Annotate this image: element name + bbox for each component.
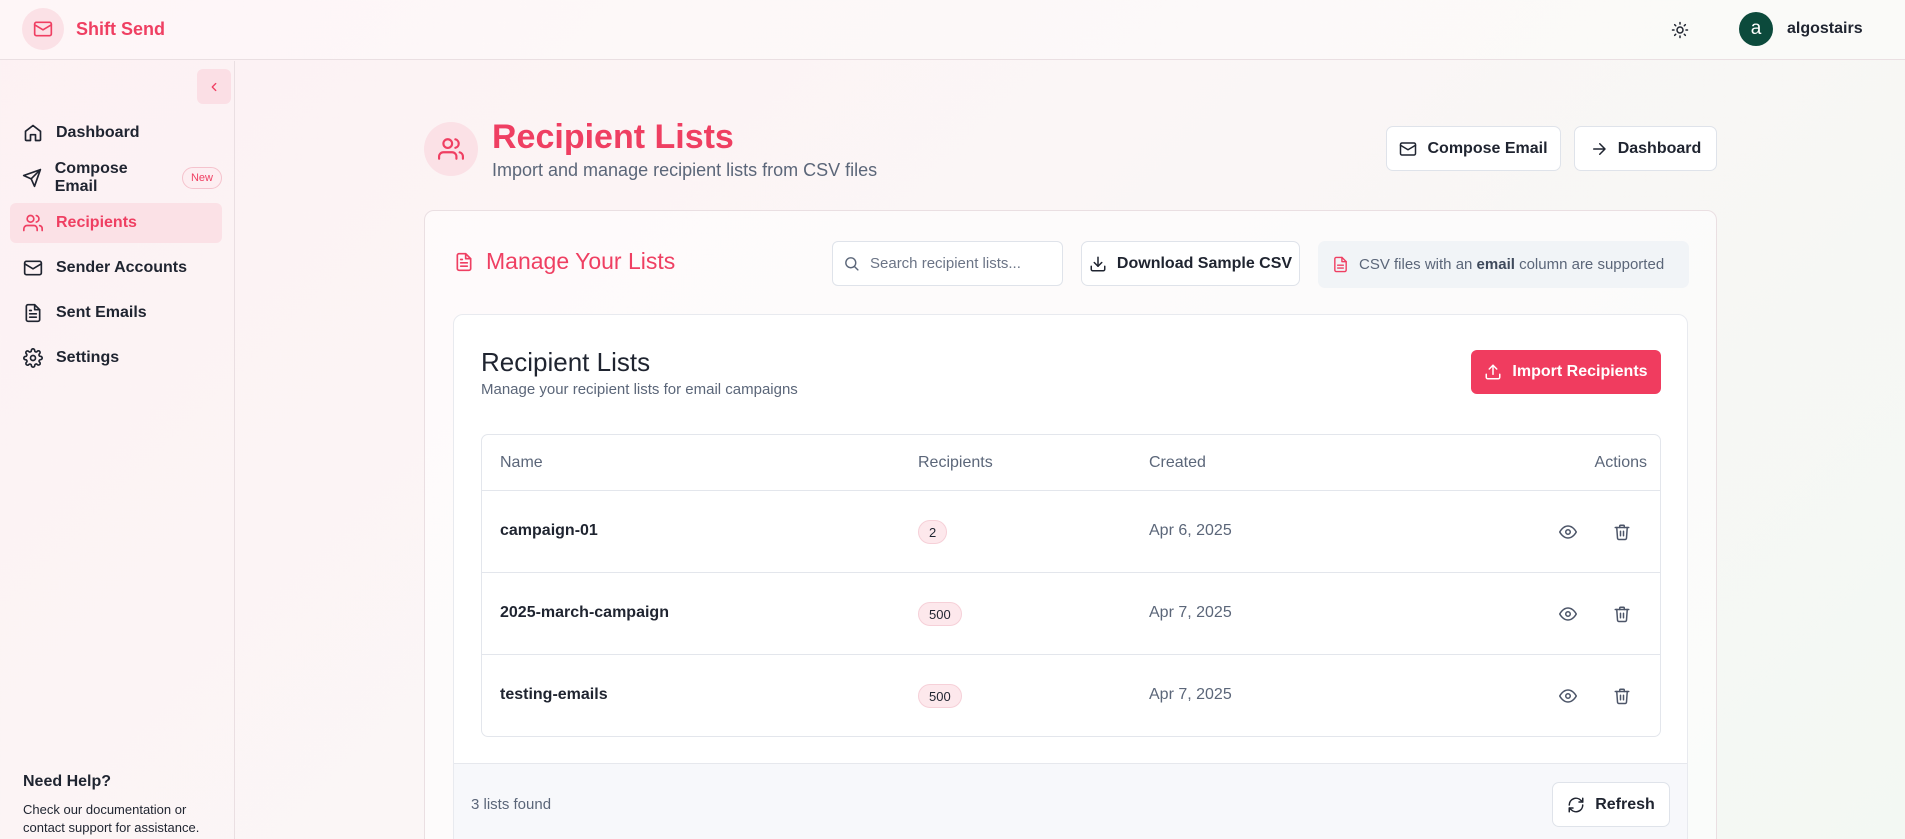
card-footer: [454, 763, 1687, 839]
lists-found-count: 3 lists found: [471, 796, 552, 813]
brand-name: Shift Send: [76, 18, 165, 39]
sidebar-item-label: Recipients: [56, 214, 137, 231]
recipient-count-badge: 500: [918, 684, 962, 708]
sidebar-item-label: Dashboard: [56, 124, 140, 141]
sidebar-item-label: Sender Accounts: [56, 259, 187, 276]
upload-icon: [1485, 364, 1501, 380]
recipient-count-badge: 500: [918, 602, 962, 626]
dashboard-label: Dashboard: [1617, 139, 1702, 157]
recipient-lists-title: Recipient Lists: [481, 347, 651, 377]
compose-email-label: Compose Email: [1427, 139, 1548, 157]
created-date: Apr 6, 2025: [1149, 522, 1232, 539]
eye-icon[interactable]: [1557, 521, 1579, 543]
send-icon: [22, 167, 43, 189]
page-title: Recipient Lists: [492, 118, 734, 156]
sidebar-item-dashboard[interactable]: Dashboard: [10, 113, 222, 153]
trash-icon[interactable]: [1611, 685, 1633, 707]
trash-icon[interactable]: [1611, 603, 1633, 625]
csv-hint: CSV files with an email column are suppo…: [1318, 241, 1689, 288]
search-icon: [845, 257, 859, 271]
trash-icon[interactable]: [1611, 521, 1633, 543]
column-actions: Actions: [1594, 454, 1647, 471]
recipient-count-badge: 2: [918, 520, 948, 544]
help-title: Need Help?: [23, 773, 112, 790]
compose-email-button[interactable]: Compose Email: [1386, 126, 1561, 171]
column-recipients: Recipients: [918, 454, 993, 471]
refresh-icon: [1568, 797, 1584, 812]
recipient-lists-subtitle: Manage your recipient lists for email ca…: [481, 381, 798, 398]
refresh-label: Refresh: [1595, 795, 1655, 813]
collapse-sidebar-button[interactable]: [197, 69, 231, 104]
eye-icon[interactable]: [1557, 685, 1579, 707]
import-recipients-button[interactable]: Import Recipients: [1471, 350, 1661, 394]
username: algostairs: [1787, 20, 1863, 37]
list-name: campaign-01: [500, 522, 598, 539]
sun-icon[interactable]: [1668, 18, 1692, 42]
column-created: Created: [1149, 454, 1206, 471]
table-row: campaign-01 2 Apr 6, 2025: [482, 491, 1660, 573]
mail-icon: [22, 8, 64, 50]
file-text-icon: [22, 302, 44, 324]
top-bar: Shift Send a algostairs: [0, 0, 1905, 60]
sidebar-item-recipients[interactable]: Recipients: [10, 203, 222, 243]
sidebar-item-settings[interactable]: Settings: [10, 338, 222, 378]
download-sample-csv-button[interactable]: Download Sample CSV: [1081, 241, 1300, 286]
import-recipients-label: Import Recipients: [1512, 363, 1648, 380]
search-input-wrapper[interactable]: [832, 241, 1063, 286]
sidebar-item-sender-accounts[interactable]: Sender Accounts: [10, 248, 222, 288]
sidebar: Dashboard Compose Email New Recipients S…: [0, 61, 235, 839]
dashboard-button[interactable]: Dashboard: [1574, 126, 1717, 171]
list-name: testing-emails: [500, 686, 608, 703]
sidebar-nav: Dashboard Compose Email New Recipients S…: [10, 113, 222, 383]
created-date: Apr 7, 2025: [1149, 686, 1232, 703]
sidebar-item-label: Compose Email: [54, 160, 128, 195]
sidebar-item-label: Sent Emails: [56, 304, 147, 321]
recipient-lists-table: Name Recipients Created Actions campaign…: [481, 434, 1661, 737]
file-text-icon: [1334, 256, 1347, 273]
list-name: 2025-march-campaign: [500, 604, 669, 621]
users-icon: [22, 212, 44, 234]
home-icon: [22, 122, 44, 144]
eye-icon[interactable]: [1557, 603, 1579, 625]
search-input[interactable]: [870, 255, 1050, 272]
mail-icon: [22, 257, 44, 279]
users-icon: [424, 122, 478, 176]
arrow-right-icon: [1592, 142, 1606, 155]
table-header: Name Recipients Created Actions: [482, 435, 1660, 491]
new-badge: New: [181, 167, 222, 189]
mail-icon: [1400, 141, 1417, 156]
table-row: 2025-march-campaign 500 Apr 7, 2025: [482, 573, 1660, 655]
manage-lists-title: Manage Your Lists: [454, 248, 675, 275]
refresh-button[interactable]: Refresh: [1552, 782, 1670, 827]
column-name: Name: [500, 454, 543, 471]
sidebar-item-compose-email[interactable]: Compose Email New: [10, 158, 222, 198]
sidebar-item-sent-emails[interactable]: Sent Emails: [10, 293, 222, 333]
download-sample-csv-label: Download Sample CSV: [1116, 254, 1293, 272]
user-menu[interactable]: a algostairs: [1739, 12, 1863, 46]
gear-icon: [22, 347, 44, 369]
download-icon: [1090, 256, 1106, 271]
page-subtitle: Import and manage recipient lists from C…: [492, 160, 878, 180]
help-text: Check our documentation or contact suppo…: [23, 802, 200, 835]
sidebar-item-label: Settings: [56, 349, 120, 366]
brand[interactable]: Shift Send: [22, 8, 165, 50]
created-date: Apr 7, 2025: [1149, 604, 1232, 621]
table-row: testing-emails 500 Apr 7, 2025: [482, 655, 1660, 736]
chevron-left-icon: [211, 82, 217, 91]
avatar: a: [1739, 12, 1773, 46]
file-text-icon: [456, 252, 472, 271]
help-section: Need Help? Check our documentation or co…: [23, 773, 223, 837]
